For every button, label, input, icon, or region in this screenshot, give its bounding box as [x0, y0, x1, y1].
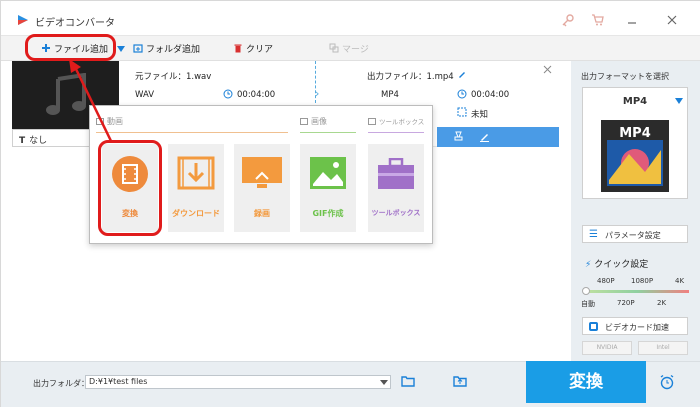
merge-button[interactable]: マージ	[329, 42, 369, 56]
bolt-icon: ⚡	[585, 260, 592, 270]
output-folder-label: 出力フォルダ：	[33, 379, 89, 388]
monitor-record-icon	[242, 157, 282, 188]
select-format-title: 出力フォーマットを選択	[581, 72, 669, 81]
tile-record[interactable]: 録画	[234, 144, 290, 232]
parameter-settings-button[interactable]: ☰ パラメータ設定	[582, 225, 688, 243]
function-menu-popup: 動画 画像 ツールボックス 変換 ダウンロード 録画 GIF作成 ツールボックス	[89, 105, 433, 244]
app-logo-icon	[18, 15, 28, 25]
quality-4k: 4K	[675, 277, 685, 285]
chevron-down-icon[interactable]	[380, 380, 388, 385]
image-icon	[300, 118, 308, 125]
output-format: MP4	[381, 90, 399, 100]
alarm-clock-icon[interactable]	[659, 374, 675, 390]
tile-record-label: 録画	[254, 209, 270, 218]
quick-settings-text: クイック設定	[594, 260, 649, 270]
edit-icon[interactable]	[479, 131, 490, 142]
image-section-line	[300, 132, 356, 133]
minimize-icon[interactable]	[625, 13, 639, 27]
output-duration: 00:04:00	[471, 90, 510, 100]
toolbox-section-text: ツールボックス	[379, 118, 425, 126]
add-folder-label: フォルダ追加	[146, 45, 201, 55]
tile-toolbox-label: ツールボックス	[371, 209, 421, 217]
cart-icon[interactable]	[591, 13, 605, 27]
output-format-panel: 出力フォーマットを選択 MP4 MP4 ☰ パラメータ設定 ⚡ クイック設定 4…	[571, 61, 700, 361]
arrow-right-icon: ›	[315, 87, 320, 100]
parameter-settings-label: パラメータ設定	[605, 231, 661, 240]
app-title: ビデオコンバータ	[35, 18, 115, 29]
clock-icon	[457, 89, 467, 99]
nvidia-badge: NVIDIA	[582, 341, 632, 355]
gif-image-icon	[310, 157, 346, 189]
convert-tile-highlight	[98, 140, 162, 236]
source-file-label: 元ファイル：1.wav	[135, 72, 212, 82]
key-icon[interactable]	[561, 13, 575, 27]
size-icon	[457, 107, 467, 117]
text-icon: T	[19, 136, 26, 146]
slider-handle[interactable]	[582, 287, 590, 295]
quality-auto: 自動	[581, 300, 595, 308]
download-icon	[177, 156, 215, 190]
video-section-line	[96, 132, 288, 133]
close-icon[interactable]	[543, 65, 552, 74]
intel-badge: Intel	[638, 341, 688, 355]
title-bar: ビデオコンバータ	[1, 1, 700, 35]
quality-720p: 720P	[617, 299, 635, 307]
file-actions-bar	[437, 127, 559, 147]
chevron-down-icon	[675, 98, 683, 104]
gpu-acceleration-toggle[interactable]: ビデオカード加速	[582, 317, 688, 335]
tile-download-label: ダウンロード	[172, 209, 220, 218]
gpu-accel-label: ビデオカード加速	[605, 323, 669, 332]
watermark-icon[interactable]	[453, 131, 464, 142]
add-folder-button[interactable]: フォルダ追加	[133, 42, 200, 56]
quality-slider[interactable]	[585, 290, 689, 293]
tile-toolbox[interactable]: ツールボックス	[368, 144, 424, 232]
toolbox-section-line	[368, 132, 424, 133]
quality-1080p: 1080P	[631, 277, 654, 285]
trash-icon	[234, 44, 242, 53]
toolbox-icon	[368, 118, 376, 125]
merge-icon	[329, 43, 339, 53]
output-path: D:¥1¥test files	[89, 377, 148, 386]
format-name: MP4	[622, 96, 648, 107]
folder-icon[interactable]	[401, 375, 415, 387]
tile-gif[interactable]: GIF作成	[300, 144, 356, 232]
edit-icon[interactable]	[457, 69, 467, 79]
quality-2k: 2K	[657, 299, 667, 307]
source-duration: 00:04:00	[237, 90, 276, 100]
clear-button[interactable]: クリア	[233, 42, 273, 56]
tile-download[interactable]: ダウンロード	[168, 144, 224, 232]
chip-icon	[589, 322, 598, 331]
image-section-label: 画像	[300, 116, 327, 127]
output-size: 未知	[471, 110, 489, 120]
format-selector[interactable]: MP4 MP4	[582, 87, 688, 199]
sliders-icon: ☰	[589, 229, 598, 240]
quick-settings-label: ⚡ クイック設定	[585, 257, 648, 270]
chevron-down-icon[interactable]	[117, 46, 125, 52]
app-window: ビデオコンバータ ファイル追加 フォルダ追加 クリア マージ T なし 元ファイ…	[0, 0, 700, 407]
subtitle-value: なし	[29, 136, 48, 146]
format-card-text: MP4	[619, 126, 651, 141]
toolbox-case-icon	[378, 158, 414, 189]
tile-gif-label: GIF作成	[312, 209, 344, 218]
close-icon[interactable]	[665, 13, 679, 27]
quality-480p: 480P	[597, 277, 615, 285]
output-file-label: 出力ファイル：1.mp4	[367, 72, 454, 82]
pointer-arrow-icon	[69, 59, 113, 142]
image-section-text: 画像	[311, 117, 327, 126]
source-format: WAV	[135, 90, 155, 100]
clock-icon	[223, 89, 233, 99]
folder-export-icon[interactable]	[453, 375, 467, 387]
toolbox-section-label: ツールボックス	[368, 116, 424, 126]
folder-plus-icon	[133, 44, 143, 53]
merge-label: マージ	[342, 45, 369, 55]
output-folder-input[interactable]: D:¥1¥test files	[85, 375, 391, 389]
convert-button[interactable]: 変換	[526, 361, 646, 403]
clear-label: クリア	[246, 45, 274, 55]
